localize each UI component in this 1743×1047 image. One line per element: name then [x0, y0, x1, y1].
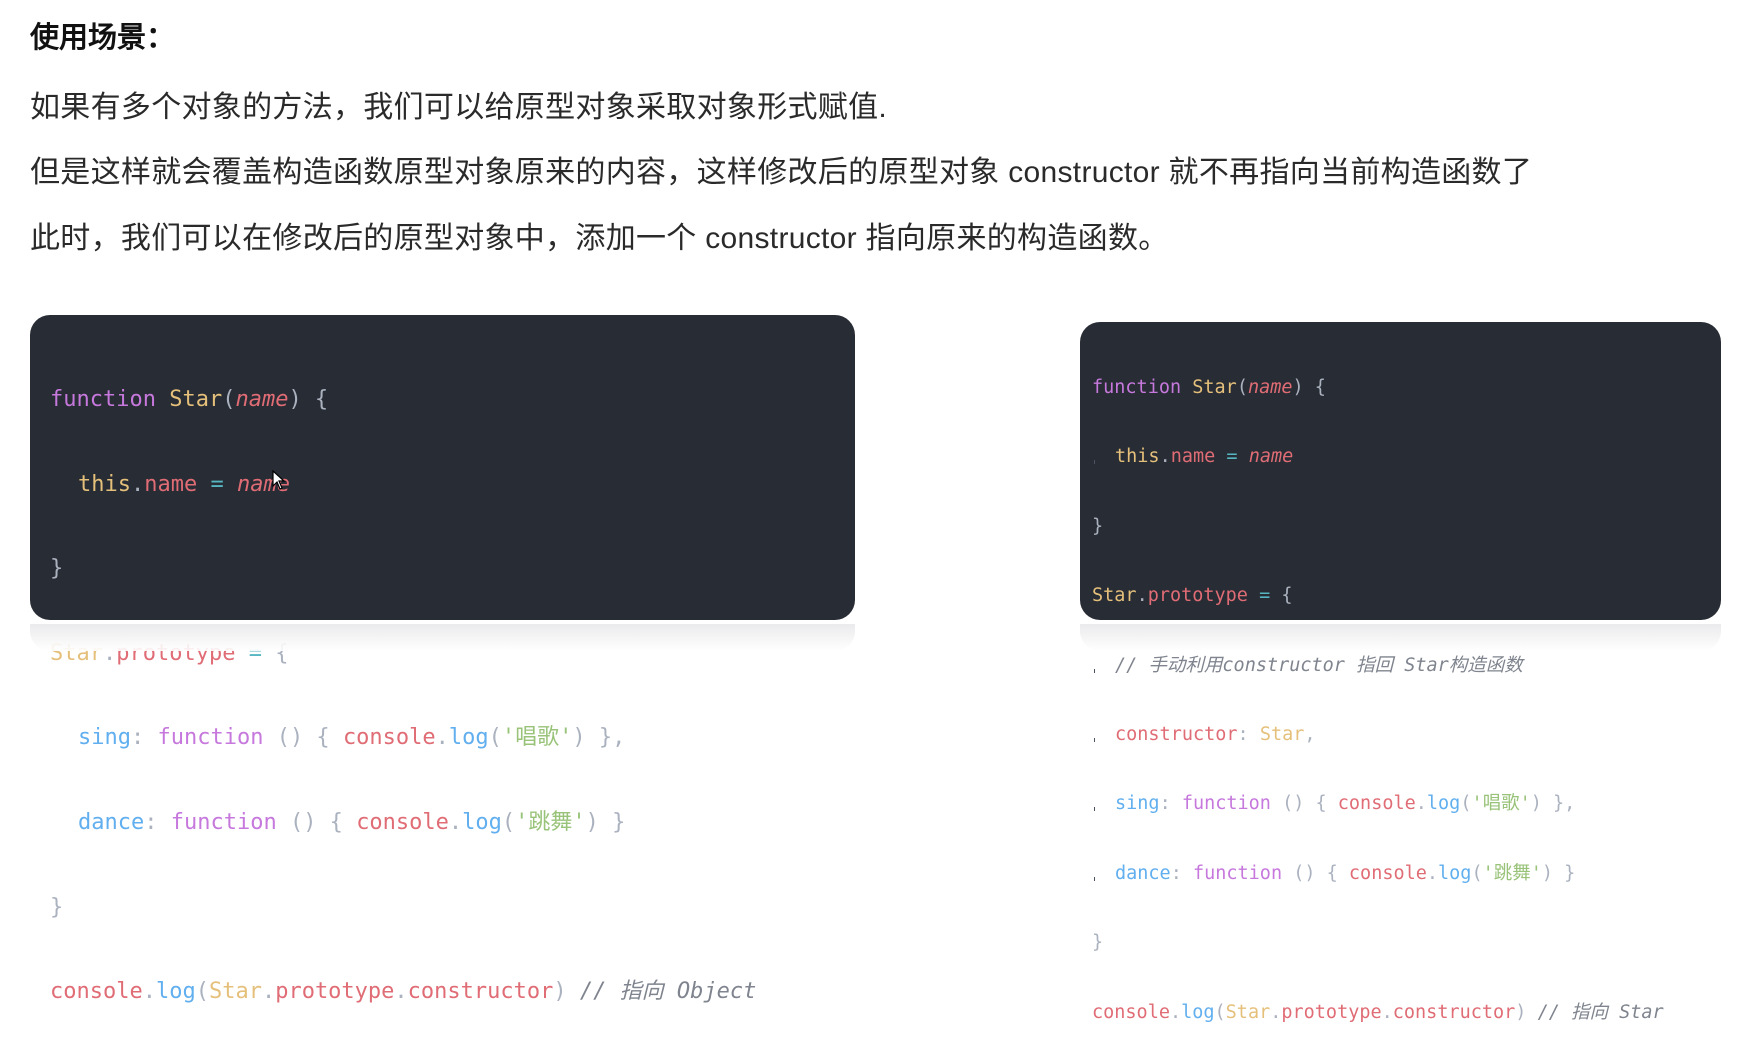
- mouse-pointer-icon: [272, 470, 286, 490]
- code-line: }: [1092, 932, 1104, 954]
- paragraph-3: 此时，我们可以在修改后的原型对象中，添加一个 constructor 指向原来的…: [30, 222, 1169, 255]
- paragraph-1: 如果有多个对象的方法，我们可以给原型对象采取对象形式赋值.: [30, 91, 888, 124]
- code-line: this.name = name: [1094, 446, 1294, 468]
- code-line: function Star(name) {: [50, 387, 329, 412]
- code-line: sing: function () { console.log('唱歌') },: [1094, 793, 1576, 815]
- paragraph-2: 但是这样就会覆盖构造函数原型对象原来的内容，这样修改后的原型对象 constru…: [30, 156, 1533, 189]
- code-line: }: [1092, 515, 1104, 537]
- code-line: Star.prototype = {: [1092, 585, 1293, 607]
- code-line: dance: function () { console.log('跳舞') }: [78, 809, 626, 835]
- code-line: console.log(Star.prototype.constructor) …: [50, 979, 757, 1005]
- code-reflection-right: [1080, 624, 1721, 651]
- code-line: function Star(name) {: [1092, 377, 1326, 398]
- code-line: dance: function () { console.log('跳舞') }: [1094, 862, 1576, 884]
- code-block-without-constructor: function Star(name) { this.name = name }…: [30, 315, 855, 1004]
- code-block-with-constructor: function Star(name) { this.name = name }…: [1080, 322, 1721, 1023]
- code-reflection-left: [30, 624, 855, 651]
- code-line: console.log(Star.prototype.constructor) …: [1092, 1001, 1664, 1023]
- code-line: }: [50, 894, 64, 920]
- code-line: sing: function () { console.log('唱歌') },: [78, 725, 626, 751]
- code-line: this.name = name: [78, 471, 290, 497]
- code-line: }: [50, 556, 64, 582]
- code-line: // 手动利用constructor 指回 Star构造函数: [1094, 654, 1523, 676]
- code-line: constructor: Star,: [1094, 723, 1316, 745]
- section-heading: 使用场景：: [30, 22, 176, 54]
